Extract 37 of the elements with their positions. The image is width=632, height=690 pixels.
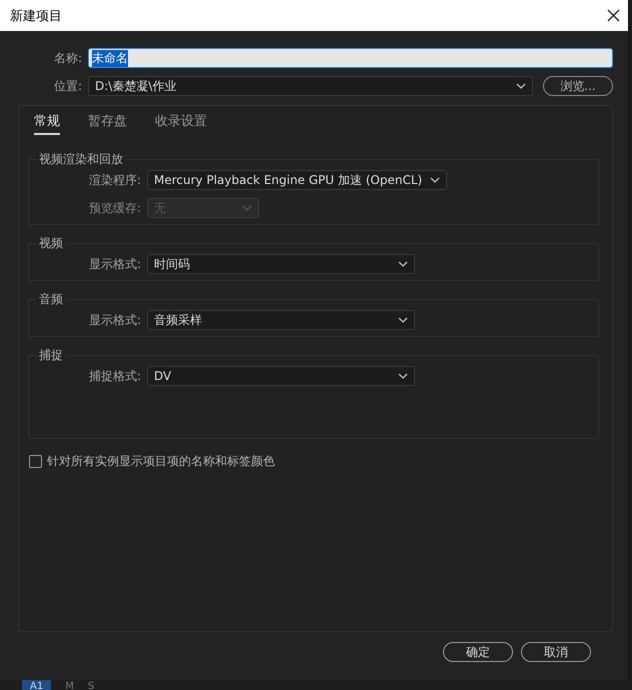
name-value: 未命名 xyxy=(92,50,128,66)
field-label: 名称: xyxy=(52,50,82,66)
tab[interactable]: 暂存盘 xyxy=(88,112,127,135)
chevron-icon xyxy=(398,373,408,379)
field-label: 渲染程序: xyxy=(88,172,141,188)
dialog-button[interactable]: 取消 xyxy=(521,642,591,662)
group-title: 音频 xyxy=(37,291,67,308)
location-dropdown[interactable]: D:\秦楚凝\作业 xyxy=(88,76,533,96)
field-label: 显示格式: xyxy=(88,256,141,272)
chevron-icon xyxy=(516,83,526,89)
name-field[interactable]: 未命名 xyxy=(88,48,613,68)
solo-toggle[interactable]: S xyxy=(88,680,94,690)
dropdown[interactable]: DV xyxy=(147,366,415,386)
dropdown[interactable]: Mercury Playback Engine GPU 加速 (OpenCL) xyxy=(147,170,448,190)
chevron-icon xyxy=(430,177,440,183)
window-title: 新建项目 xyxy=(10,8,62,24)
mute-toggle[interactable]: M xyxy=(65,680,74,690)
field-label: 显示格式: xyxy=(88,312,141,328)
chevron-icon xyxy=(398,317,408,323)
track-label[interactable]: A1 xyxy=(22,680,52,690)
checkbox-label: 针对所有实例显示项目项的名称和标签颜色 xyxy=(47,453,275,470)
chevron-icon xyxy=(398,261,408,267)
dropdown[interactable]: 时间码 xyxy=(147,254,415,274)
tab[interactable]: 收录设置 xyxy=(155,112,207,135)
group-title: 视频 xyxy=(37,235,67,252)
checkbox[interactable] xyxy=(29,455,42,468)
dropdown[interactable]: 音频采样 xyxy=(147,310,415,330)
close-icon[interactable] xyxy=(607,9,620,22)
group-title: 视频渲染和回放 xyxy=(37,151,127,168)
browse-button[interactable]: 浏览... xyxy=(543,76,613,96)
field-label: 捕捉格式: xyxy=(88,368,141,384)
field-label: 位置: xyxy=(52,78,82,94)
chevron-icon xyxy=(242,205,252,211)
dialog-button[interactable]: 确定 xyxy=(443,642,513,662)
group-title: 捕捉 xyxy=(37,347,67,364)
tab[interactable]: 常规 xyxy=(34,112,60,135)
field-label: 预览缓存: xyxy=(88,200,141,216)
